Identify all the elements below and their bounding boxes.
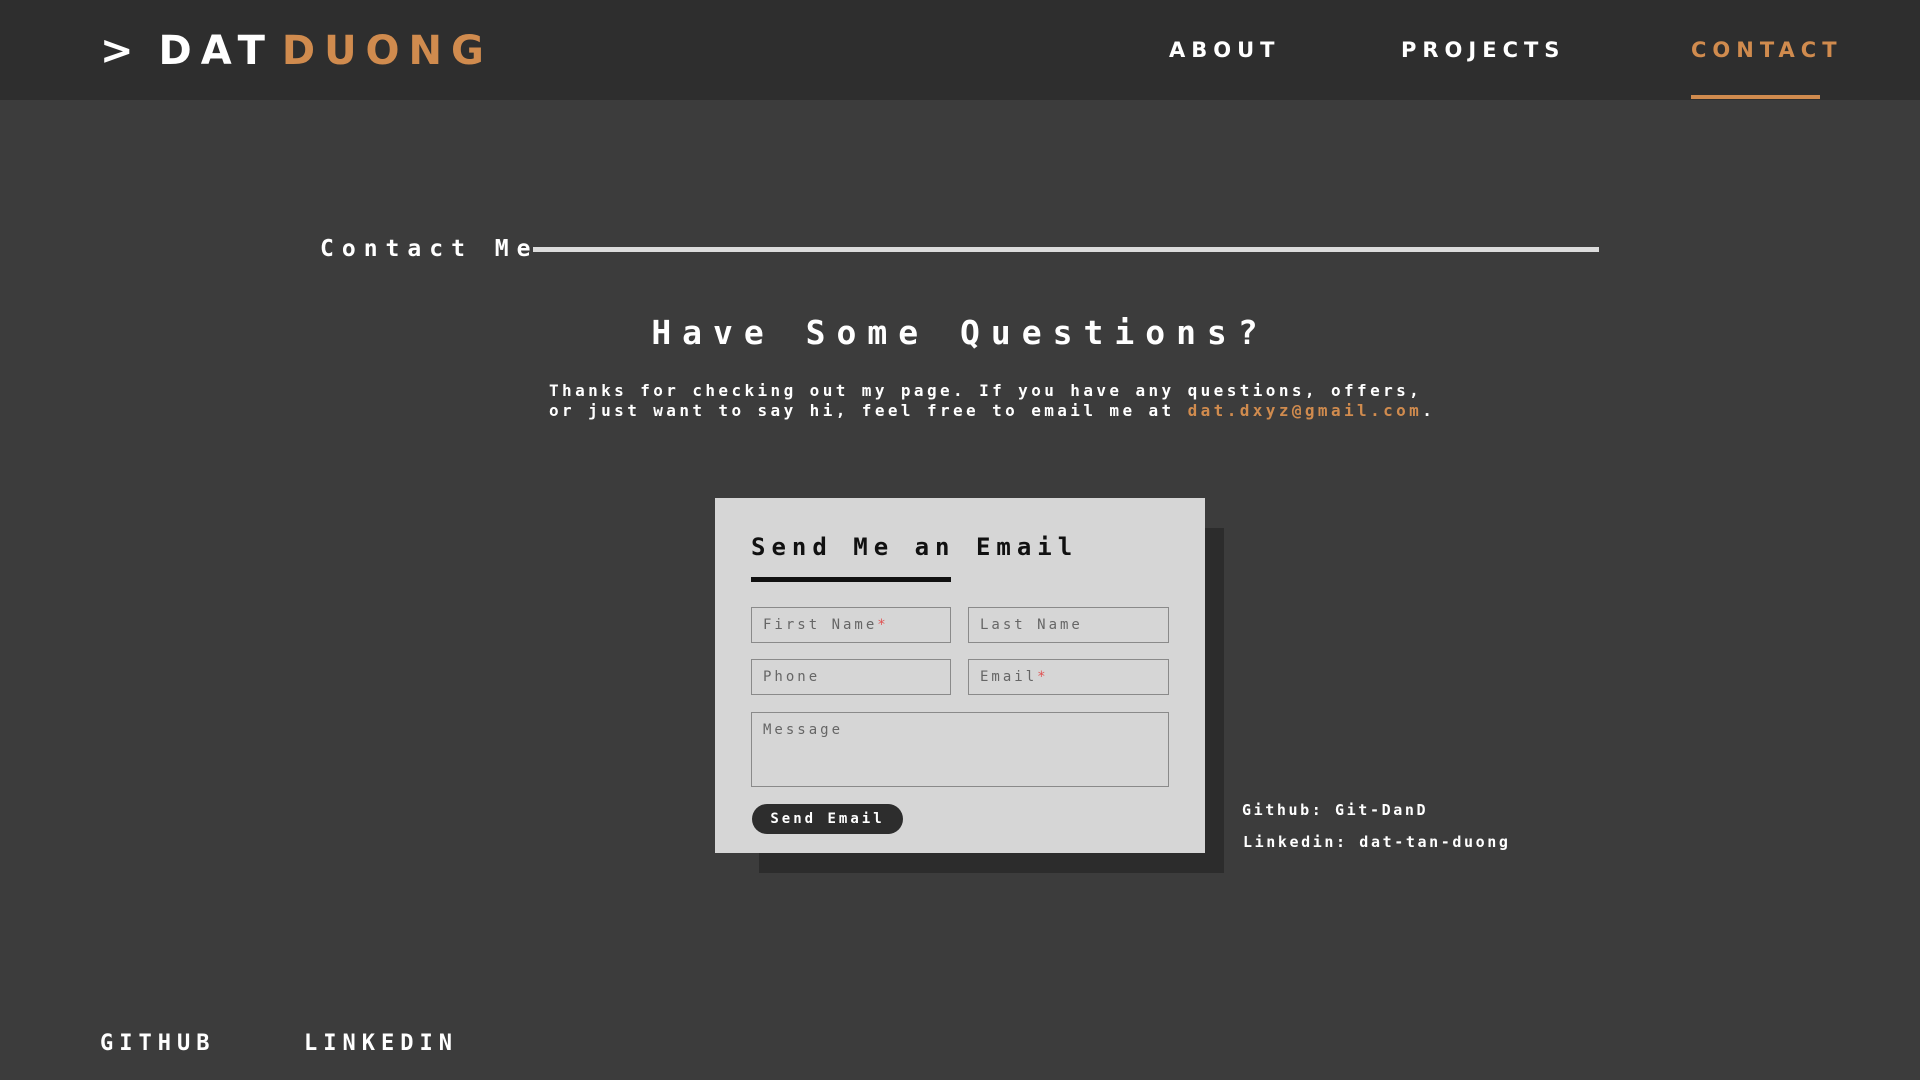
intro-paragraph: Thanks for checking out my page. If you … — [549, 381, 1449, 421]
nav-active-indicator — [1691, 95, 1820, 99]
nav-contact[interactable]: CONTACT — [1691, 36, 1843, 64]
intro-end: . — [1422, 401, 1436, 420]
site-logo[interactable]: > DAT DUONG — [100, 27, 493, 75]
form-title-underline — [751, 577, 951, 582]
required-marker: * — [1037, 669, 1049, 685]
last-name-field[interactable]: Last Name — [968, 607, 1169, 643]
send-email-button[interactable]: Send Email — [752, 804, 903, 834]
required-marker: * — [877, 617, 889, 633]
nav-about[interactable]: ABOUT — [1169, 36, 1281, 64]
first-name-field[interactable]: First Name* — [751, 607, 951, 643]
logo-first-name: DAT — [158, 28, 274, 74]
logo-prompt: > — [100, 28, 143, 74]
side-linkedin-link[interactable]: Linkedin: dat-tan-duong — [1243, 832, 1511, 852]
email-link[interactable]: dat.dxyz@gmail.com — [1188, 401, 1423, 420]
nav-projects[interactable]: PROJECTS — [1401, 36, 1565, 64]
footer-linkedin-link[interactable]: LINKEDIN — [304, 1030, 458, 1058]
phone-placeholder: Phone — [763, 669, 821, 685]
footer-github-link[interactable]: GITHUB — [100, 1030, 215, 1058]
last-name-placeholder: Last Name — [980, 617, 1083, 633]
section-title: Contact Me — [320, 236, 539, 262]
message-field[interactable]: Message — [751, 712, 1169, 787]
first-name-placeholder: First Name — [763, 617, 878, 633]
message-placeholder: Message — [763, 722, 844, 738]
side-github-link[interactable]: Github: Git-DanD — [1242, 800, 1428, 820]
top-navbar: > DAT DUONG ABOUT PROJECTS CONTACT — [0, 0, 1920, 100]
email-form-card: Send Me an Email First Name* Last Name P… — [715, 498, 1205, 853]
page-headline: Have Some Questions? — [651, 313, 1269, 352]
form-title: Send Me an Email — [751, 533, 1079, 561]
phone-field[interactable]: Phone — [751, 659, 951, 695]
email-placeholder: Email — [980, 669, 1038, 685]
section-divider — [533, 247, 1599, 252]
logo-last-name: DUONG — [281, 28, 493, 74]
email-field[interactable]: Email* — [968, 659, 1169, 695]
